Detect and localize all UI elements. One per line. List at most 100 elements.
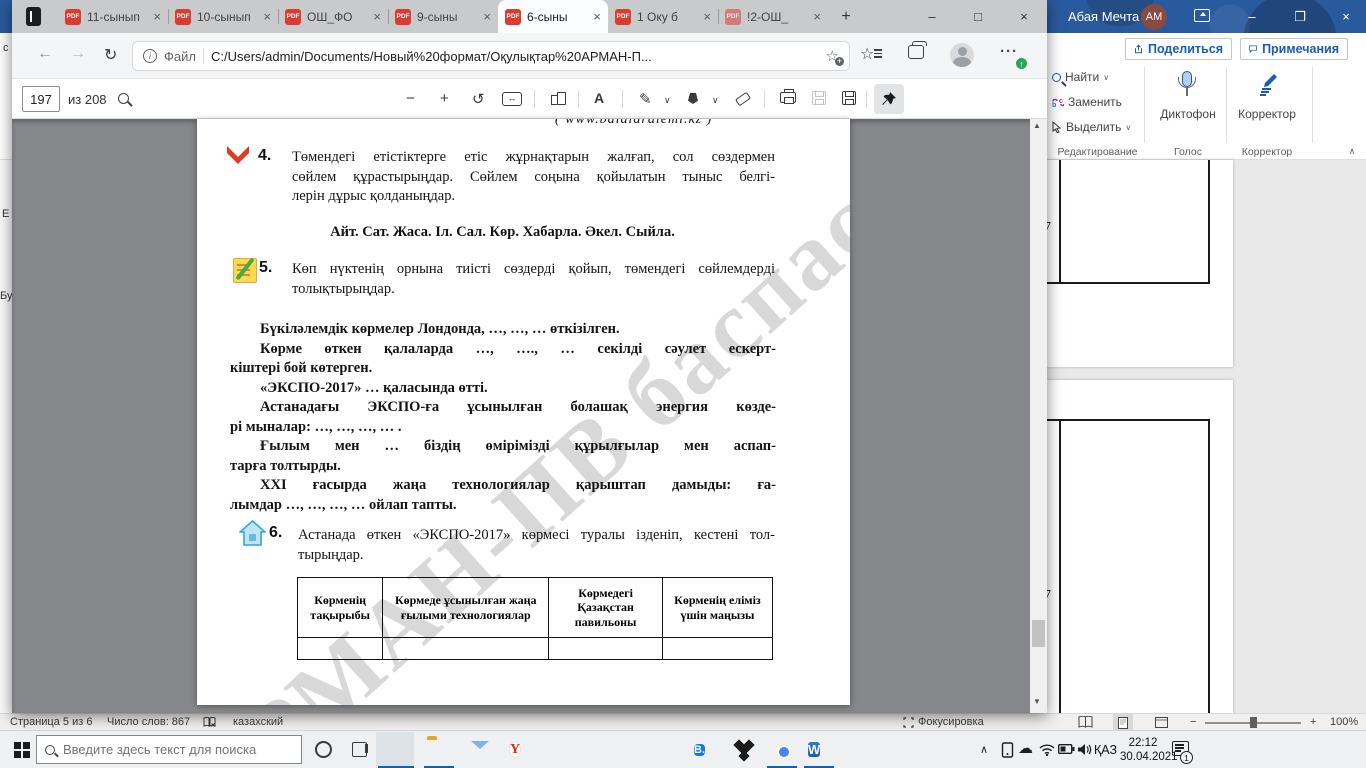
erase-icon[interactable] bbox=[734, 91, 752, 107]
edge-close-button[interactable]: × bbox=[1001, 0, 1047, 33]
taskbar-yandex-icon[interactable]: Y bbox=[510, 739, 533, 762]
browser-tab-1[interactable]: PDF 11-сынып × bbox=[58, 0, 168, 33]
tray-battery-icon[interactable] bbox=[1058, 744, 1075, 754]
status-focus[interactable]: Фокусировка bbox=[918, 716, 984, 728]
ribbon-display-options-icon[interactable] bbox=[1194, 9, 1210, 22]
cortana-icon[interactable] bbox=[315, 741, 332, 758]
editor-label[interactable]: Корректор bbox=[1234, 107, 1300, 121]
word-restore-button[interactable]: ❐ bbox=[1280, 0, 1320, 33]
dictate-label[interactable]: Диктофон bbox=[1155, 107, 1221, 121]
draw-chevron-icon[interactable]: ∨ bbox=[664, 95, 671, 106]
status-wordcount[interactable]: Число слов: 867 bbox=[107, 716, 190, 728]
collapse-ribbon-icon[interactable]: ∧ bbox=[1344, 146, 1360, 157]
select-button[interactable]: Выделить ∨ bbox=[1052, 120, 1131, 134]
tray-clock[interactable]: 22:12 30.04.2021 bbox=[1120, 736, 1178, 764]
share-button[interactable]: Поделиться bbox=[1125, 38, 1232, 60]
forward-icon[interactable]: → bbox=[70, 45, 86, 63]
zoom-percent[interactable]: 100% bbox=[1330, 716, 1358, 728]
browser-tab-4[interactable]: PDF 9-сыны × bbox=[388, 0, 498, 33]
tab-close-icon[interactable]: × bbox=[153, 9, 161, 24]
tray-language[interactable]: ҚАЗ bbox=[1094, 743, 1117, 757]
scroll-up-icon[interactable]: ▲ bbox=[1033, 121, 1041, 130]
task-view-icon[interactable] bbox=[352, 742, 368, 757]
table-empty-cell bbox=[549, 638, 663, 659]
fit-to-width-icon[interactable]: ↔ bbox=[502, 92, 522, 106]
taskbar-vk-icon[interactable]: B. bbox=[694, 739, 717, 762]
tab-close-icon[interactable]: × bbox=[593, 9, 601, 24]
editor-pen-icon[interactable] bbox=[1254, 71, 1280, 97]
read-aloud-icon[interactable]: A bbox=[594, 90, 604, 106]
browser-tab-3[interactable]: PDF ОШ_ФО × bbox=[278, 0, 388, 33]
draw-icon[interactable]: ✎ bbox=[639, 90, 652, 108]
status-page[interactable]: Страница 5 из 6 bbox=[10, 716, 92, 728]
zoom-out-icon[interactable]: − bbox=[406, 90, 415, 107]
scroll-down-icon[interactable]: ▼ bbox=[1033, 697, 1041, 706]
taskbar-mail-icon[interactable] bbox=[469, 739, 492, 762]
zoom-in-icon[interactable]: + bbox=[440, 90, 449, 107]
search-input[interactable] bbox=[63, 742, 293, 757]
taskbar-explorer-icon[interactable] bbox=[427, 739, 450, 762]
rotate-icon[interactable]: ↺ bbox=[472, 90, 485, 108]
taskbar-edge-icon[interactable] bbox=[383, 739, 406, 762]
browser-tab-5-active[interactable]: PDF 6-сыны × bbox=[498, 0, 608, 33]
zoom-out-button[interactable]: − bbox=[1190, 716, 1196, 728]
new-tab-button[interactable]: + bbox=[834, 5, 858, 29]
comments-button[interactable]: Примечания bbox=[1240, 38, 1348, 60]
refresh-icon[interactable]: ↻ bbox=[104, 45, 117, 65]
address-bar[interactable]: i Файл C:/Users/admin/Documents/Новый%20… bbox=[132, 41, 850, 71]
collections-icon[interactable] bbox=[908, 41, 927, 59]
tray-device-icon[interactable] bbox=[1000, 742, 1015, 758]
taskbar-dropbox-icon[interactable] bbox=[733, 739, 756, 762]
printlayout-icon[interactable] bbox=[1113, 714, 1133, 731]
page-info-icon[interactable]: i bbox=[143, 49, 157, 63]
start-button[interactable] bbox=[14, 742, 30, 758]
tab-close-icon[interactable]: × bbox=[373, 9, 381, 24]
tray-volume-icon[interactable] bbox=[1077, 743, 1092, 756]
taskbar-search[interactable] bbox=[36, 735, 302, 764]
browser-tab-2[interactable]: PDF 10-сынып × bbox=[168, 0, 278, 33]
tab-close-icon[interactable]: × bbox=[263, 9, 271, 24]
favorite-add-icon[interactable]: ☆ + bbox=[826, 47, 844, 66]
pdf-search-icon[interactable] bbox=[118, 93, 129, 104]
zoom-in-button[interactable]: + bbox=[1310, 716, 1316, 728]
tab-close-icon[interactable]: × bbox=[703, 9, 711, 24]
proofing-icon[interactable] bbox=[203, 717, 216, 728]
taskbar-chrome-icon[interactable] bbox=[771, 739, 794, 762]
edge-maximize-button[interactable]: □ bbox=[955, 0, 1001, 33]
tab-close-icon[interactable]: × bbox=[813, 9, 821, 24]
word-account-avatar[interactable]: AM bbox=[1141, 4, 1167, 30]
zoom-slider-thumb[interactable] bbox=[1250, 717, 1257, 728]
taskbar-word-icon[interactable]: W bbox=[808, 739, 831, 762]
word-close-button[interactable]: × bbox=[1326, 0, 1366, 33]
weblayout-icon[interactable] bbox=[1155, 717, 1168, 728]
profile-icon[interactable] bbox=[950, 43, 974, 67]
pin-toolbar-button[interactable] bbox=[874, 84, 904, 114]
browser-tab-7[interactable]: PDF !2-ОШ_ × bbox=[718, 0, 828, 33]
tray-chevron-icon[interactable]: ∧ bbox=[980, 743, 988, 756]
tab-close-icon[interactable]: × bbox=[483, 9, 491, 24]
tab-actions-icon[interactable] bbox=[26, 7, 41, 26]
replace-button[interactable]: bc Заменить bbox=[1052, 95, 1122, 109]
browser-tab-6[interactable]: PDF 1 Оку б × bbox=[608, 0, 718, 33]
find-button[interactable]: Найти ∨ bbox=[1052, 70, 1109, 84]
save-as-icon[interactable] bbox=[842, 91, 856, 105]
highlight-icon[interactable] bbox=[688, 93, 698, 104]
settings-menu-icon[interactable]: ··· bbox=[1000, 43, 1018, 60]
tray-wifi-icon[interactable] bbox=[1039, 744, 1055, 756]
scrollbar-thumb[interactable] bbox=[1032, 620, 1045, 647]
status-language[interactable]: казахский bbox=[233, 716, 283, 728]
word-minimize-button[interactable]: – bbox=[1232, 0, 1272, 33]
readmode-icon[interactable] bbox=[1078, 716, 1093, 728]
pdf-page-input[interactable] bbox=[22, 86, 60, 112]
highlight-chevron-icon[interactable]: ∨ bbox=[712, 95, 719, 106]
back-icon[interactable]: ← bbox=[37, 45, 53, 63]
page-view-icon[interactable] bbox=[551, 92, 566, 105]
favorites-bar-icon[interactable]: ☆ bbox=[860, 44, 882, 64]
pdf-scrollbar[interactable]: ▲ ▼ bbox=[1030, 119, 1047, 713]
dictate-button[interactable] bbox=[1178, 71, 1196, 101]
url-text[interactable]: C:/Users/admin/Documents/Новый%20формат/… bbox=[211, 49, 819, 64]
tray-onedrive-icon[interactable]: ☁ bbox=[1018, 739, 1033, 757]
edge-minimize-button[interactable]: – bbox=[909, 0, 955, 33]
pdf-page-total: из 208 bbox=[68, 92, 107, 107]
print-icon[interactable] bbox=[780, 89, 796, 104]
